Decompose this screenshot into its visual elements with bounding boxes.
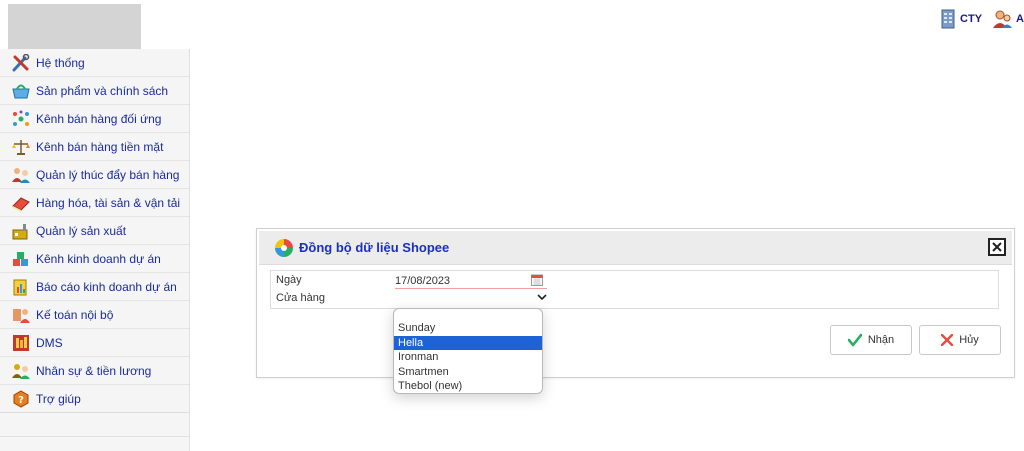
cancel-button[interactable]: Hủy <box>919 325 1001 355</box>
sidebar-item-label: Báo cáo kinh doanh dự án <box>36 279 177 294</box>
sidebar-item-kenh-tien-mat[interactable]: Kênh bán hàng tiền mặt <box>0 133 189 161</box>
basket-icon <box>10 81 32 101</box>
staff-icon <box>10 361 32 381</box>
dropdown-option[interactable]: Ironman <box>394 350 542 365</box>
sidebar-item-label: Hàng hóa, tài sản & vận tải <box>36 195 181 210</box>
check-icon <box>847 333 862 347</box>
sidebar-item-label: Nhân sự & tiền lương <box>36 363 152 378</box>
sidebar-footer <box>0 413 189 437</box>
top-right-bar: CTY A <box>940 8 1024 30</box>
sync-form: Ngày Cửa hàng <box>270 270 999 309</box>
sidebar-item-label: Hệ thống <box>36 55 85 70</box>
ok-button[interactable]: Nhận <box>830 325 912 355</box>
date-label: Ngày <box>276 274 302 286</box>
chevron-down-icon <box>537 294 547 301</box>
company-logo <box>8 4 141 49</box>
date-input[interactable] <box>395 273 547 289</box>
dms-icon <box>10 333 32 353</box>
sidebar-item-label: Quản lý sản xuất <box>36 223 127 238</box>
dropdown-option[interactable]: Thebol (new) <box>394 379 542 393</box>
user-button[interactable]: A <box>992 9 1024 29</box>
sidebar-item-label: Kênh bán hàng tiền mặt <box>36 139 164 154</box>
sidebar-item-thuc-day-ban-hang[interactable]: Quản lý thúc đẩy bán hàng <box>0 161 189 189</box>
shopee-sync-dialog: Đồng bộ dữ liệu Shopee Ngày Cửa hàng Nhậ… <box>256 228 1015 378</box>
sidebar-item-label: DMS <box>36 335 63 350</box>
help-icon: ? <box>10 389 32 409</box>
dialog-header: Đồng bộ dữ liệu Shopee <box>259 231 1012 265</box>
sidebar-item-dms[interactable]: DMS <box>0 329 189 357</box>
sidebar-item-label: Quản lý thúc đẩy bán hàng <box>36 167 180 182</box>
building-icon <box>941 9 955 29</box>
report-icon <box>10 277 32 297</box>
sidebar-item-he-thong[interactable]: Hệ thống <box>0 49 189 77</box>
factory-icon <box>10 221 32 241</box>
store-select[interactable] <box>395 291 547 305</box>
store-row: Cửa hàng <box>271 289 998 307</box>
company-button[interactable]: CTY <box>940 9 982 29</box>
sidebar-item-label: Kế toán nội bộ <box>36 307 114 322</box>
user-label: A <box>1016 13 1024 25</box>
svg-text:?: ? <box>18 395 24 406</box>
cancel-button-label: Hủy <box>959 334 979 346</box>
sidebar-item-label: Kênh kinh doanh dự án <box>36 251 161 266</box>
network-icon <box>10 109 32 129</box>
sidebar-item-nhan-su[interactable]: Nhân sự & tiền lương <box>0 357 189 385</box>
store-label: Cửa hàng <box>276 292 325 304</box>
sidebar: Hệ thống Sản phẩm và chính sách Kênh bán… <box>0 49 190 451</box>
close-icon <box>992 242 1002 252</box>
sidebar-item-tro-giup[interactable]: ? Trợ giúp <box>0 385 189 413</box>
sidebar-item-ke-toan[interactable]: Kế toán nội bộ <box>0 301 189 329</box>
blocks-icon <box>10 249 32 269</box>
sidebar-item-hang-hoa[interactable]: Hàng hóa, tài sản & vận tải <box>0 189 189 217</box>
people-icon <box>10 165 32 185</box>
dropdown-option-selected[interactable]: Hella <box>394 335 542 350</box>
close-button[interactable] <box>988 238 1006 256</box>
scale-icon <box>10 137 32 157</box>
sidebar-item-label: Kênh bán hàng đối ứng <box>36 111 162 126</box>
calendar-icon[interactable] <box>531 274 543 286</box>
sync-icon <box>275 239 293 257</box>
company-label: CTY <box>960 13 983 25</box>
accountant-icon <box>10 305 32 325</box>
user-icon <box>993 10 1013 28</box>
sidebar-item-label: Sản phẩm và chính sách <box>36 83 169 98</box>
ok-button-label: Nhận <box>867 334 895 346</box>
books-icon <box>10 193 32 213</box>
sidebar-item-kinh-doanh-du-an[interactable]: Kênh kinh doanh dự án <box>0 245 189 273</box>
dialog-title: Đồng bộ dữ liệu Shopee <box>299 240 450 255</box>
sidebar-item-label: Trợ giúp <box>36 391 81 406</box>
dropdown-option[interactable]: Sunday <box>394 321 542 336</box>
tools-icon <box>10 53 32 73</box>
store-dropdown-list: Sunday Hella Ironman Smartmen Thebol (ne… <box>393 308 543 394</box>
sidebar-item-san-xuat[interactable]: Quản lý sản xuất <box>0 217 189 245</box>
date-row: Ngày <box>271 271 998 289</box>
sidebar-item-kenh-doi-ung[interactable]: Kênh bán hàng đối ứng <box>0 105 189 133</box>
dropdown-empty-option[interactable] <box>394 309 542 321</box>
sidebar-item-bao-cao[interactable]: Báo cáo kinh doanh dự án <box>0 273 189 301</box>
x-icon <box>941 334 954 346</box>
sidebar-item-san-pham[interactable]: Sản phẩm và chính sách <box>0 77 189 105</box>
dropdown-option[interactable]: Smartmen <box>394 365 542 380</box>
